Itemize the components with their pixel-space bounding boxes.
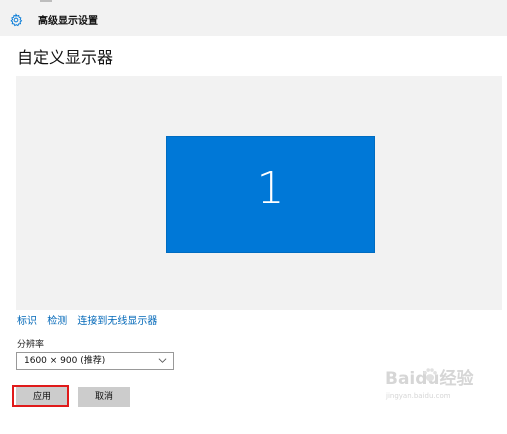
display-links: 标识 检测 连接到无线显示器 [17, 316, 164, 328]
cancel-button[interactable]: 取消 [78, 387, 130, 407]
paw-icon [423, 368, 437, 382]
watermark-url: jingyan.baidu.com [386, 392, 451, 400]
identify-link[interactable]: 标识 [17, 316, 37, 327]
window-title: 高级显示设置 [38, 16, 98, 27]
display-arrangement-preview: 1 [16, 76, 502, 310]
resolution-label: 分辨率 [17, 340, 45, 350]
chevron-down-icon [158, 358, 167, 363]
connect-wireless-display-link[interactable]: 连接到无线显示器 [77, 316, 157, 327]
detect-link[interactable]: 检测 [47, 316, 67, 327]
gear-icon [10, 13, 23, 27]
resolution-dropdown[interactable]: 1600 × 900 (推荐) [16, 352, 174, 370]
monitor-number: 1 [256, 163, 285, 214]
baidu-jingyan-watermark: Baidu经验 jingyan.baidu.com [385, 364, 495, 410]
title-bar: 高级显示设置 [0, 0, 507, 36]
apply-button[interactable]: 应用 [16, 387, 68, 407]
monitor-tile-1[interactable]: 1 [166, 136, 375, 253]
page-title: 自定义显示器 [17, 48, 114, 67]
resolution-selected-value: 1600 × 900 (推荐) [24, 356, 106, 366]
advanced-display-settings-window: 高级显示设置 自定义显示器 1 标识 检测 连接到无线显示器 分辨率 1600 … [0, 0, 507, 434]
title-bar-divider [40, 0, 52, 2]
